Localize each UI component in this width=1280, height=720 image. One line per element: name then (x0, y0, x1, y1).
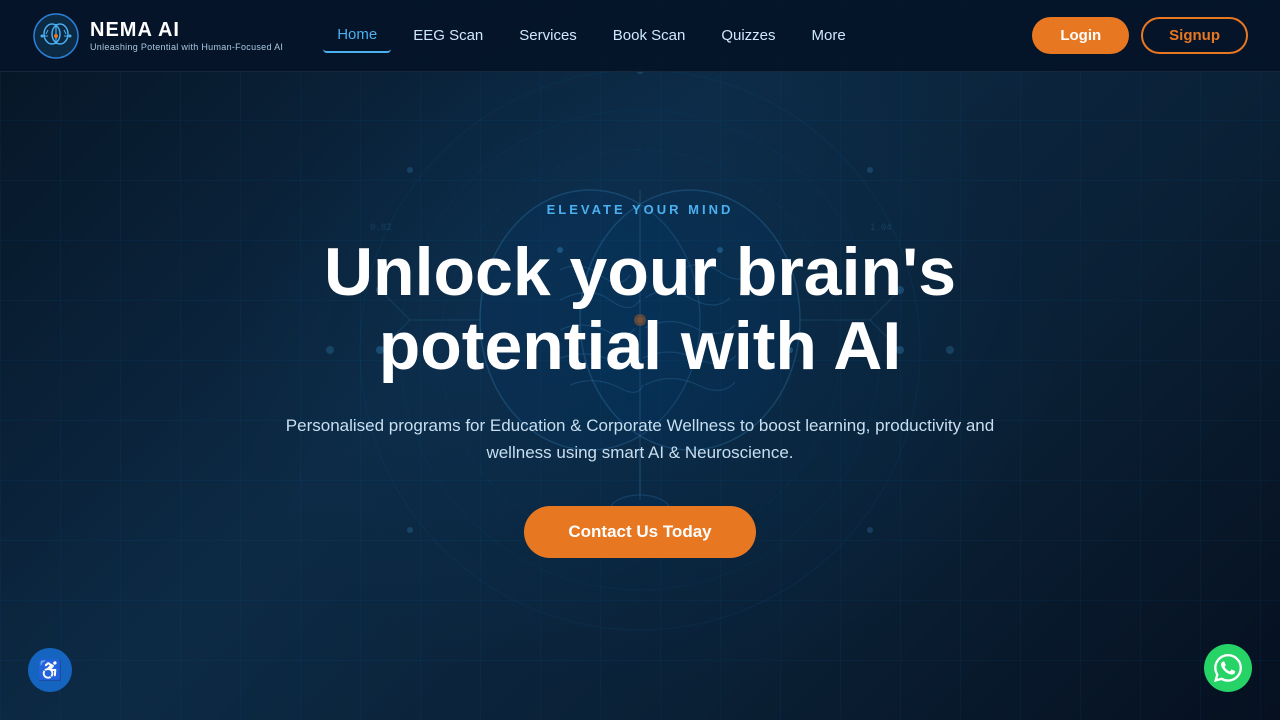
nav-more[interactable]: More (798, 19, 860, 52)
hero-section: 0.82 1.04 0.67 0.91 ELEVATE YOUR MIND Un… (0, 0, 1280, 720)
site-tagline: Unleashing Potential with Human-Focused … (90, 42, 283, 52)
whatsapp-button[interactable] (1204, 644, 1252, 692)
accessibility-icon: ♿ (38, 658, 63, 683)
login-button[interactable]: Login (1032, 17, 1129, 54)
logo-icon (32, 12, 80, 60)
site-name: NEMA AI (90, 19, 283, 42)
nav-services[interactable]: Services (505, 19, 591, 52)
contact-us-button[interactable]: Contact Us Today (524, 506, 755, 558)
hero-subtitle: Personalised programs for Education & Co… (280, 412, 1000, 466)
nav-links: Home EEG Scan Services Book Scan Quizzes… (323, 18, 1032, 53)
hero-content: ELEVATE YOUR MIND Unlock your brain's po… (190, 202, 1090, 559)
hero-eyebrow: ELEVATE YOUR MIND (190, 202, 1090, 217)
hero-title: Unlock your brain's potential with AI (190, 235, 1090, 385)
logo[interactable]: NEMA AI Unleashing Potential with Human-… (32, 12, 283, 60)
nav-quizzes[interactable]: Quizzes (707, 19, 789, 52)
nav-home[interactable]: Home (323, 18, 391, 53)
accessibility-button[interactable]: ♿ (28, 648, 72, 692)
navbar: NEMA AI Unleashing Potential with Human-… (0, 0, 1280, 72)
nav-book-scan[interactable]: Book Scan (599, 19, 700, 52)
signup-button[interactable]: Signup (1141, 17, 1248, 54)
whatsapp-icon (1214, 654, 1242, 682)
nav-actions: Login Signup (1032, 17, 1248, 54)
nav-eeg-scan[interactable]: EEG Scan (399, 19, 497, 52)
logo-text-area: NEMA AI Unleashing Potential with Human-… (90, 19, 283, 52)
